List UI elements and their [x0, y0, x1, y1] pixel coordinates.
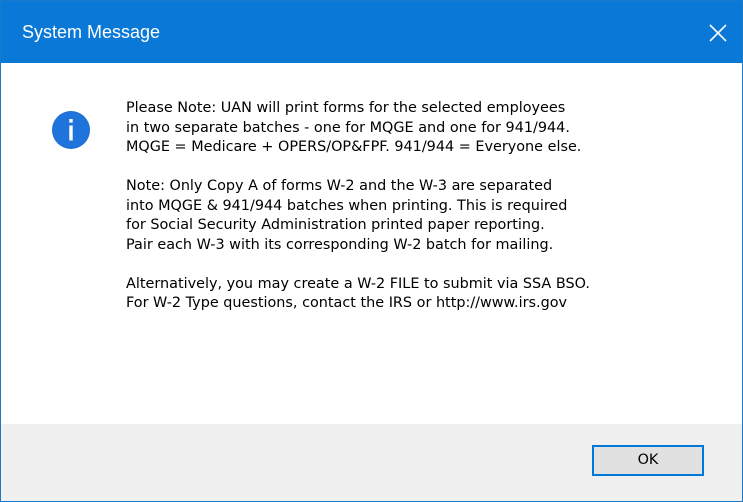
- dialog-content: Please Note: UAN will print forms for th…: [1, 63, 742, 424]
- ok-button[interactable]: OK: [592, 445, 704, 476]
- message-paragraph-1: Please Note: UAN will print forms for th…: [126, 100, 582, 155]
- info-icon: [52, 111, 90, 149]
- close-icon: [709, 24, 727, 42]
- system-message-dialog: System Message Please Note: UAN will pri…: [0, 0, 743, 502]
- message-text: Please Note: UAN will print forms for th…: [126, 99, 726, 333]
- message-paragraph-2: Note: Only Copy A of forms W-2 and the W…: [126, 178, 568, 253]
- close-button[interactable]: [696, 1, 742, 63]
- message-paragraph-3: Alternatively, you may create a W-2 FILE…: [126, 275, 590, 312]
- window-title: System Message: [22, 22, 161, 42]
- title-bar[interactable]: System Message: [1, 1, 742, 63]
- button-bar: OK: [1, 424, 742, 501]
